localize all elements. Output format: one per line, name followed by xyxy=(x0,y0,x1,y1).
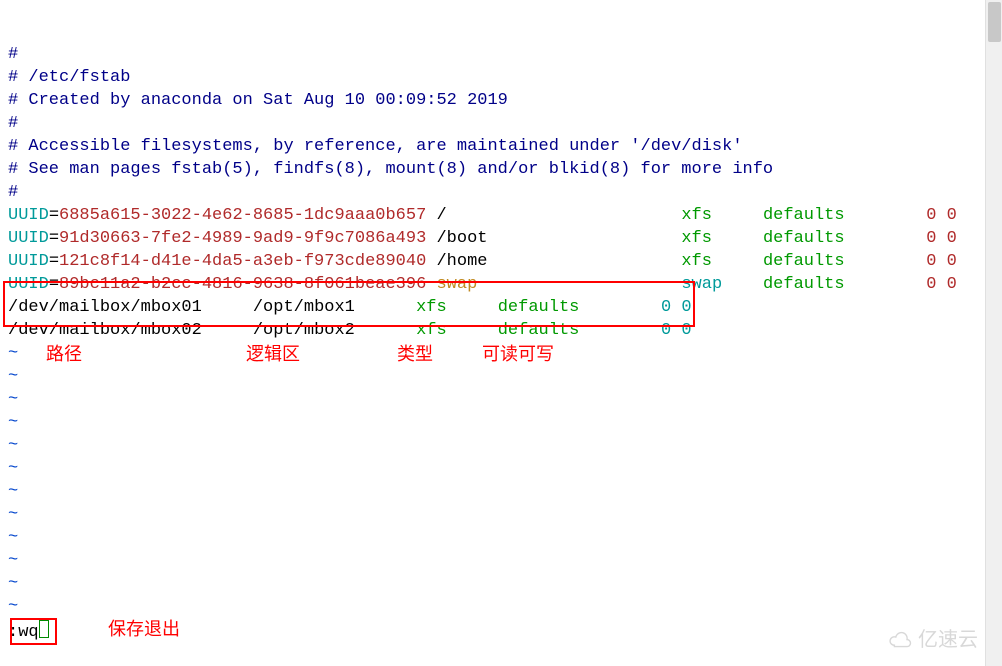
cursor-icon xyxy=(39,620,49,638)
empty-line-tilde: ~ xyxy=(8,482,18,501)
annotation-rw: 可读可写 xyxy=(482,343,554,366)
comment-line: # /etc/fstab xyxy=(8,68,130,87)
empty-line-tilde: ~ xyxy=(8,344,18,363)
vim-command-line[interactable]: :wq xyxy=(8,620,49,644)
fstab-row-custom: /dev/mailbox/mbox01 /opt/mbox1 xfs defau… xyxy=(8,298,692,317)
annotation-type: 类型 xyxy=(397,343,433,366)
empty-line-tilde: ~ xyxy=(8,597,18,616)
empty-line-tilde: ~ xyxy=(8,459,18,478)
fstab-row: UUID=6885a615-3022-4e62-8685-1dc9aaa0b65… xyxy=(8,206,957,225)
command-text: wq xyxy=(18,623,38,642)
comment-line: # xyxy=(8,114,18,133)
annotation-logic: 逻辑区 xyxy=(246,343,300,366)
cloud-icon xyxy=(886,631,914,651)
empty-line-tilde: ~ xyxy=(8,367,18,386)
comment-line: # xyxy=(8,183,18,202)
empty-line-tilde: ~ xyxy=(8,551,18,570)
empty-line-tilde: ~ xyxy=(8,528,18,547)
comment-line: # Accessible filesystems, by reference, … xyxy=(8,137,743,156)
fstab-row-custom: /dev/mailbox/mbox02 /opt/mbox2 xfs defau… xyxy=(8,321,692,340)
empty-line-tilde: ~ xyxy=(8,390,18,409)
comment-line: # xyxy=(8,45,18,64)
comment-line: # See man pages fstab(5), findfs(8), mou… xyxy=(8,160,773,179)
empty-line-tilde: ~ xyxy=(8,436,18,455)
colon: : xyxy=(8,623,18,642)
comment-line: # Created by anaconda on Sat Aug 10 00:0… xyxy=(8,91,508,110)
annotation-save: 保存退出 xyxy=(108,618,180,641)
empty-line-tilde: ~ xyxy=(8,505,18,524)
fstab-row: UUID=121c8f14-d41e-4da5-a3eb-f973cde8904… xyxy=(8,252,957,271)
fstab-row: UUID=91d30663-7fe2-4989-9ad9-9f9c7086a49… xyxy=(8,229,957,248)
editor-area[interactable]: # # /etc/fstab # Created by anaconda on … xyxy=(8,20,978,618)
scrollbar-thumb[interactable] xyxy=(988,2,1001,42)
fstab-row: UUID=89bc11a2-b2cc-4816-9638-8f061beae39… xyxy=(8,275,957,294)
watermark-text: 亿速云 xyxy=(918,629,978,652)
watermark: 亿速云 xyxy=(886,629,978,652)
annotation-path: 路径 xyxy=(46,343,82,366)
empty-line-tilde: ~ xyxy=(8,574,18,593)
empty-line-tilde: ~ xyxy=(8,413,18,432)
scrollbar[interactable] xyxy=(985,0,1002,666)
